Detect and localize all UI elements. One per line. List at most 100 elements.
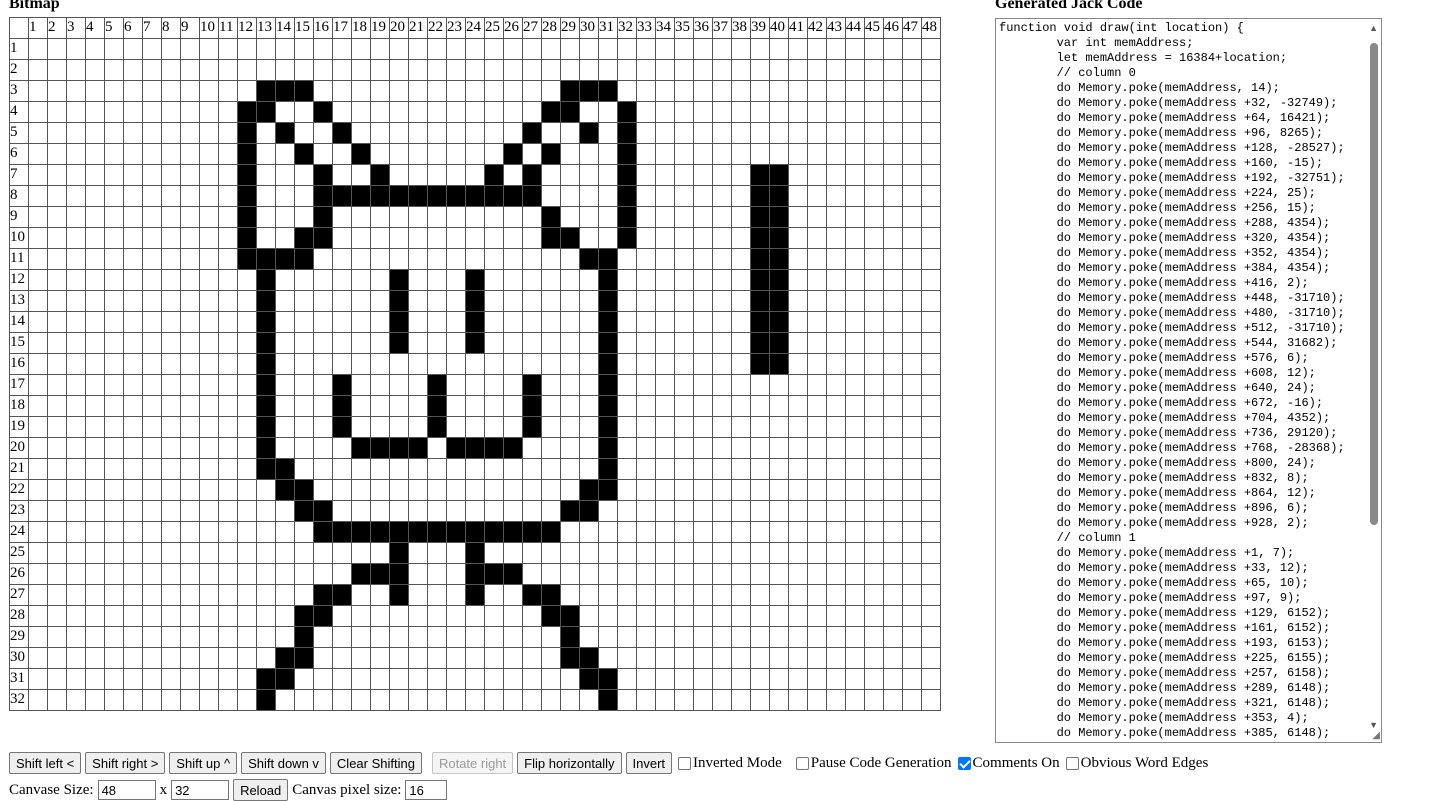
pixel-cell[interactable] bbox=[788, 206, 808, 228]
pixel-cell[interactable] bbox=[484, 626, 504, 648]
pixel-cell[interactable] bbox=[598, 500, 618, 522]
pixel-cell[interactable] bbox=[636, 521, 656, 543]
pixel-cell[interactable] bbox=[712, 164, 732, 186]
pixel-cell[interactable] bbox=[807, 605, 827, 627]
pixel-cell[interactable] bbox=[465, 248, 485, 270]
pixel-cell[interactable] bbox=[218, 206, 238, 228]
pixel-cell[interactable] bbox=[427, 647, 447, 669]
pixel-cell[interactable] bbox=[845, 332, 865, 354]
pixel-cell[interactable] bbox=[237, 626, 257, 648]
pixel-cell[interactable] bbox=[218, 311, 238, 333]
pixel-cell[interactable] bbox=[370, 668, 390, 690]
pixel-cell[interactable] bbox=[180, 647, 200, 669]
pixel-cell[interactable] bbox=[313, 353, 333, 375]
pixel-cell[interactable] bbox=[218, 332, 238, 354]
pixel-cell[interactable] bbox=[522, 647, 542, 669]
pixel-cell[interactable] bbox=[883, 248, 903, 270]
pixel-cell[interactable] bbox=[693, 374, 713, 396]
pixel-cell[interactable] bbox=[826, 458, 846, 480]
pixel-cell[interactable] bbox=[47, 164, 67, 186]
pixel-cell[interactable] bbox=[256, 311, 276, 333]
pixel-cell[interactable] bbox=[731, 521, 751, 543]
pixel-cell[interactable] bbox=[655, 59, 675, 81]
pixel-cell[interactable] bbox=[921, 563, 941, 585]
pixel-cell[interactable] bbox=[902, 122, 922, 144]
pixel-cell[interactable] bbox=[712, 521, 732, 543]
pixel-cell[interactable] bbox=[560, 122, 580, 144]
pixel-cell[interactable] bbox=[256, 458, 276, 480]
pixel-cell[interactable] bbox=[123, 269, 143, 291]
pixel-cell[interactable] bbox=[351, 458, 371, 480]
pixel-cell[interactable] bbox=[370, 311, 390, 333]
pixel-cell[interactable] bbox=[750, 395, 770, 417]
pixel-cell[interactable] bbox=[902, 185, 922, 207]
pixel-cell[interactable] bbox=[541, 248, 561, 270]
pixel-cell[interactable] bbox=[883, 458, 903, 480]
pixel-cell[interactable] bbox=[826, 38, 846, 60]
pixel-cell[interactable] bbox=[693, 689, 713, 711]
pixel-cell[interactable] bbox=[560, 185, 580, 207]
pixel-cell[interactable] bbox=[256, 437, 276, 459]
pixel-cell[interactable] bbox=[655, 626, 675, 648]
pixel-cell[interactable] bbox=[731, 647, 751, 669]
pixel-cell[interactable] bbox=[446, 395, 466, 417]
pixel-cell[interactable] bbox=[731, 563, 751, 585]
pixel-cell[interactable] bbox=[446, 437, 466, 459]
pixel-cell[interactable] bbox=[788, 416, 808, 438]
pixel-cell[interactable] bbox=[256, 122, 276, 144]
pixel-cell[interactable] bbox=[180, 584, 200, 606]
pixel-cell[interactable] bbox=[484, 647, 504, 669]
pixel-cell[interactable] bbox=[275, 143, 295, 165]
pixel-cell[interactable] bbox=[104, 689, 124, 711]
pixel-cell[interactable] bbox=[446, 311, 466, 333]
pixel-cell[interactable] bbox=[85, 437, 105, 459]
pixel-cell[interactable] bbox=[465, 626, 485, 648]
pixel-cell[interactable] bbox=[921, 80, 941, 102]
pixel-cell[interactable] bbox=[617, 59, 637, 81]
pixel-cell[interactable] bbox=[769, 437, 789, 459]
pixel-cell[interactable] bbox=[560, 38, 580, 60]
pixel-cell[interactable] bbox=[636, 542, 656, 564]
pixel-cell[interactable] bbox=[883, 500, 903, 522]
pixel-cell[interactable] bbox=[598, 248, 618, 270]
pixel-cell[interactable] bbox=[560, 80, 580, 102]
pixel-cell[interactable] bbox=[66, 584, 86, 606]
pixel-cell[interactable] bbox=[389, 668, 409, 690]
pixel-cell[interactable] bbox=[427, 164, 447, 186]
pixel-cell[interactable] bbox=[218, 164, 238, 186]
pixel-cell[interactable] bbox=[655, 80, 675, 102]
pixel-cell[interactable] bbox=[560, 647, 580, 669]
pixel-cell[interactable] bbox=[579, 668, 599, 690]
pixel-cell[interactable] bbox=[313, 227, 333, 249]
pixel-cell[interactable] bbox=[883, 59, 903, 81]
pixel-cell[interactable] bbox=[199, 605, 219, 627]
pixel-cell[interactable] bbox=[712, 500, 732, 522]
pixel-cell[interactable] bbox=[408, 122, 428, 144]
pixel-cell[interactable] bbox=[294, 395, 314, 417]
pixel-cell[interactable] bbox=[408, 479, 428, 501]
pixel-cell[interactable] bbox=[845, 395, 865, 417]
pixel-cell[interactable] bbox=[294, 668, 314, 690]
pixel-cell[interactable] bbox=[66, 647, 86, 669]
pixel-cell[interactable] bbox=[769, 605, 789, 627]
pixel-cell[interactable] bbox=[788, 689, 808, 711]
pixel-cell[interactable] bbox=[579, 647, 599, 669]
pixel-cell[interactable] bbox=[636, 122, 656, 144]
pixel-cell[interactable] bbox=[427, 605, 447, 627]
pixel-cell[interactable] bbox=[598, 395, 618, 417]
pixel-cell[interactable] bbox=[161, 80, 181, 102]
pixel-cell[interactable] bbox=[446, 353, 466, 375]
pixel-cell[interactable] bbox=[864, 437, 884, 459]
pixel-cell[interactable] bbox=[522, 164, 542, 186]
pixel-cell[interactable] bbox=[408, 647, 428, 669]
pixel-cell[interactable] bbox=[750, 332, 770, 354]
pixel-cell[interactable] bbox=[541, 542, 561, 564]
shift-left-button[interactable]: Shift left < bbox=[9, 752, 82, 774]
pixel-cell[interactable] bbox=[180, 227, 200, 249]
pixel-cell[interactable] bbox=[313, 206, 333, 228]
pixel-cell[interactable] bbox=[161, 164, 181, 186]
pixel-cell[interactable] bbox=[218, 542, 238, 564]
pixel-cell[interactable] bbox=[275, 59, 295, 81]
pixel-cell[interactable] bbox=[332, 542, 352, 564]
pixel-cell[interactable] bbox=[864, 395, 884, 417]
